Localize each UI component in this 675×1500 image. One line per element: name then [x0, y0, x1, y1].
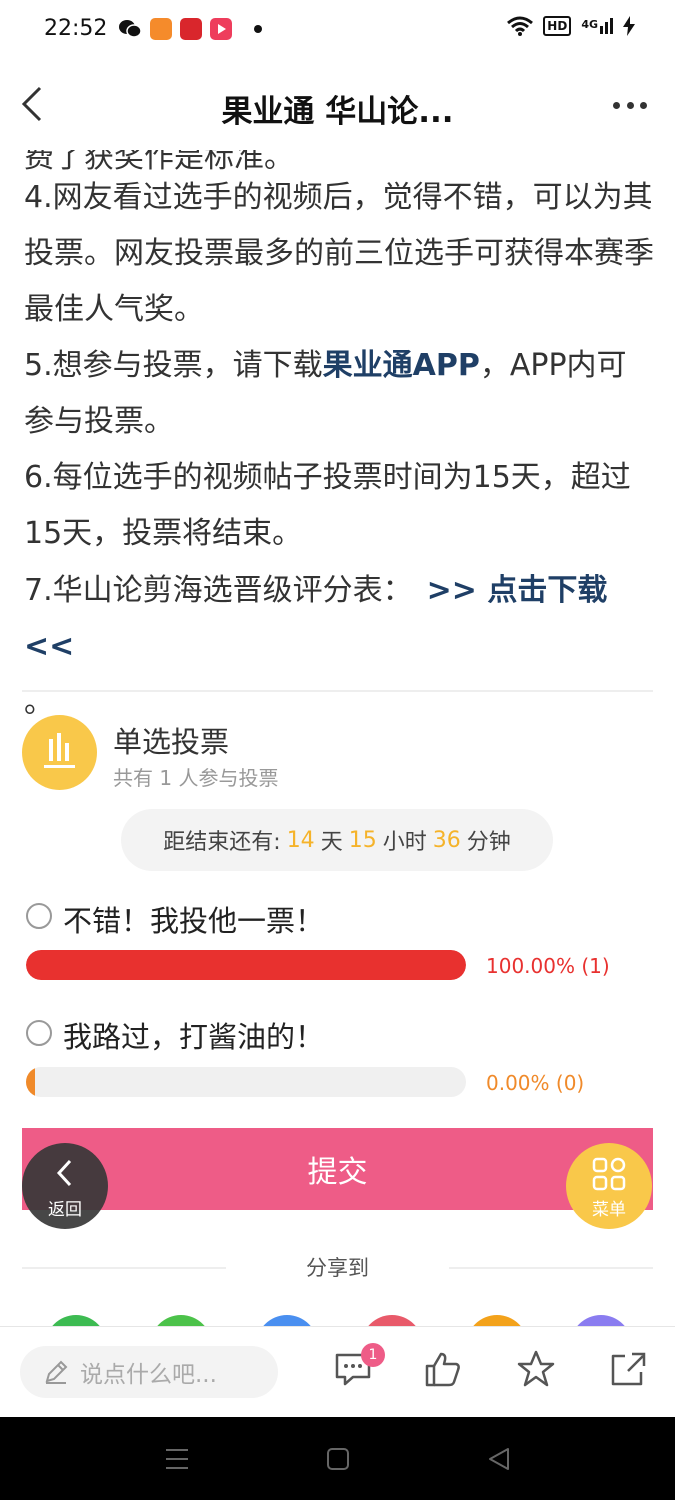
floating-menu-label: 菜单 [592, 1200, 626, 1220]
poll-option-radio[interactable] [26, 1020, 52, 1046]
share-qq-icon[interactable] [256, 1315, 318, 1326]
wifi-icon [507, 16, 534, 36]
poll-option-radio[interactable] [26, 903, 52, 929]
status-time: 22:52 [44, 16, 108, 41]
poll-option-bar-fill [26, 950, 466, 980]
poll-option-bar [26, 1067, 466, 1097]
countdown-hours-unit: 小时 [382, 830, 427, 855]
recent-apps-icon[interactable] [164, 1446, 190, 1472]
poll-option-percent: 100.00% (1) [486, 954, 610, 978]
poll-countdown: 距结束还有: 14 天 15 小时 36 分钟 [121, 809, 553, 871]
share-moments-icon[interactable] [150, 1315, 212, 1326]
divider [22, 690, 653, 692]
notification-icons [118, 18, 262, 40]
countdown-minutes-unit: 分钟 [466, 830, 511, 855]
post-content[interactable]: 费了获奖作是标准。 4.网友看过选手的视频后，觉得不错，可以为其投票。网友投票最… [0, 150, 675, 1326]
navigation-bar: 果业通 华山论... [0, 60, 675, 150]
wechat-icon [119, 20, 142, 38]
network-type: 4G [581, 18, 598, 31]
poll-option-bar [26, 950, 466, 980]
article-item-5: 5.想参与投票，请下载果业通APP，APP内可参与投票。 [24, 338, 654, 450]
bottom-action-bar: 说点什么吧... 1 [0, 1326, 675, 1417]
poll-option-percent: 0.00% (0) [486, 1071, 585, 1095]
article-item-4: 4.网友看过选手的视频后，觉得不错，可以为其投票。网友投票最多的前三位选手可获得… [24, 180, 654, 327]
countdown-minutes: 36 [432, 827, 461, 853]
comment-count-badge: 1 [361, 1343, 385, 1367]
back-chevron-icon [56, 1159, 72, 1187]
share-export-icon[interactable] [608, 1349, 648, 1389]
signal-icon: 4G [581, 18, 613, 34]
article-text: 5.想参与投票，请下载 [24, 348, 323, 383]
share-wechat-icon[interactable] [45, 1315, 107, 1326]
pencil-icon [45, 1360, 68, 1384]
article-item-6: 6.每位选手的视频帖子投票时间为15天，超过15天，投票将结束。 [24, 460, 631, 551]
article-item-7: 7.华山论剪海选晋级评分表： >> 点击下载 <<。 [24, 563, 654, 731]
countdown-days-unit: 天 [320, 830, 343, 855]
more-notifications-dot [254, 25, 262, 33]
system-indicators: HD 4G [507, 16, 635, 36]
floating-menu-button[interactable]: 菜单 [566, 1143, 652, 1229]
share-qzone-icon[interactable] [466, 1315, 528, 1326]
system-navigation-bar [0, 1417, 675, 1500]
share-more-icon[interactable] [570, 1315, 632, 1326]
page-title: 果业通 华山论... [221, 94, 454, 130]
hd-indicator: HD [543, 16, 572, 36]
home-icon[interactable] [325, 1446, 351, 1472]
comment-placeholder: 说点什么吧... [80, 1362, 217, 1388]
favorite-star-icon[interactable] [516, 1349, 556, 1389]
poll-type-label: 单选投票 [113, 725, 230, 759]
poll-option-label[interactable]: 不错！我投他一票！ [63, 898, 324, 940]
app-notification-icon [180, 18, 202, 40]
poll-participants: 共有 1 人参与投票 [113, 766, 279, 790]
poll-option-bar-fill [26, 1067, 35, 1097]
system-back-icon[interactable] [486, 1446, 512, 1472]
poll-option-label[interactable]: 我路过，打酱油的！ [63, 1014, 324, 1056]
app-download-link[interactable]: 果业通APP [323, 348, 480, 383]
bar-chart-icon [22, 715, 97, 790]
submit-vote-button[interactable]: 提交 [22, 1128, 653, 1210]
like-thumb-icon[interactable] [423, 1349, 463, 1389]
article-text: 7.华山论剪海选晋级评分表： [24, 573, 413, 608]
grid-menu-icon [592, 1157, 626, 1191]
comment-input[interactable]: 说点什么吧... [20, 1346, 278, 1398]
floating-back-button[interactable]: 返回 [22, 1143, 108, 1229]
countdown-days: 14 [286, 827, 315, 853]
app-notification-icon [150, 18, 172, 40]
video-app-icon [210, 18, 232, 40]
status-bar: 22:52 HD 4G [0, 0, 675, 60]
share-label: 分享到 [306, 1256, 369, 1280]
countdown-hours: 15 [348, 827, 377, 853]
floating-back-label: 返回 [48, 1200, 82, 1220]
share-weibo-icon[interactable] [361, 1315, 423, 1326]
charging-icon [623, 16, 635, 36]
more-menu-icon[interactable] [613, 100, 647, 110]
countdown-prefix: 距结束还有: [163, 830, 281, 855]
